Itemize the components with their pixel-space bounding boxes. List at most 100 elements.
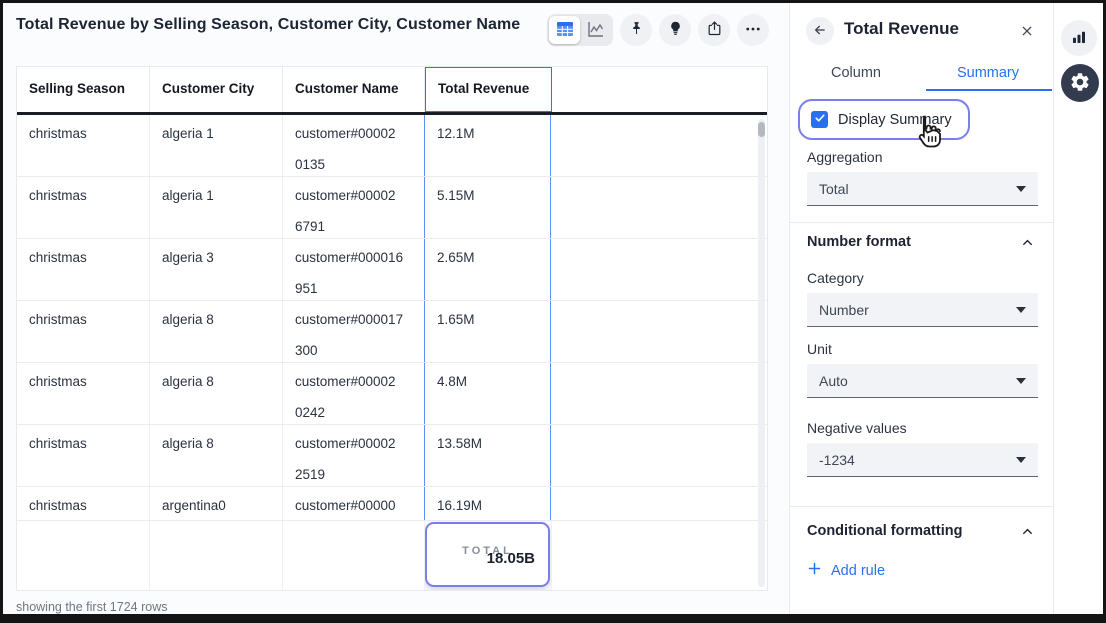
pin-button[interactable] — [620, 14, 652, 46]
cell-customer-city[interactable]: algeria 8 — [150, 363, 283, 424]
cell-filler — [551, 239, 767, 300]
chart-view-button[interactable] — [580, 16, 611, 44]
cell-total-revenue[interactable]: 2.65M — [424, 239, 551, 300]
table-row[interactable]: christmasalgeria 3customer#0000169512.65… — [17, 239, 767, 301]
column-header[interactable] — [552, 67, 767, 112]
table-row[interactable]: christmasalgeria 1customer#00002013512.1… — [17, 115, 767, 177]
unit-dropdown[interactable]: Auto — [807, 364, 1038, 398]
cell-selling-season[interactable]: christmas — [17, 425, 150, 486]
table-view-icon — [556, 20, 574, 41]
section-divider — [790, 222, 1054, 223]
cell-total-revenue[interactable]: 12.1M — [424, 115, 551, 176]
cell-customer-city[interactable]: algeria 1 — [150, 115, 283, 176]
summary-cell — [17, 521, 150, 590]
chevron-down-icon — [1016, 307, 1026, 313]
cell-selling-season[interactable]: christmas — [17, 177, 150, 238]
scrollbar-thumb[interactable] — [758, 122, 765, 137]
share-icon — [706, 20, 723, 40]
table-header-row: Selling SeasonCustomer CityCustomer Name… — [17, 67, 767, 115]
tab-summary[interactable]: Summary — [922, 58, 1054, 91]
cell-filler — [551, 301, 767, 362]
summary-cell: TOTAL 18.05B — [425, 521, 552, 590]
plus-icon — [807, 561, 822, 580]
aggregation-dropdown[interactable]: Total — [807, 172, 1038, 206]
cell-customer-name[interactable]: customer#000022519 — [283, 425, 425, 486]
insights-button[interactable] — [659, 14, 691, 46]
cell-total-revenue[interactable]: 5.15M — [424, 177, 551, 238]
cell-filler — [551, 363, 767, 424]
panel-title: Total Revenue — [844, 19, 959, 39]
cell-selling-season[interactable]: christmas — [17, 363, 150, 424]
category-dropdown[interactable]: Number — [807, 293, 1038, 327]
unit-label: Unit — [807, 341, 832, 357]
cell-selling-season[interactable]: christmas — [17, 239, 150, 300]
table-row[interactable]: christmasalgeria 8customer#0000202424.8M — [17, 363, 767, 425]
close-panel-button[interactable] — [1014, 19, 1040, 45]
cell-customer-city[interactable]: algeria 3 — [150, 239, 283, 300]
chart-config-button[interactable] — [1061, 20, 1097, 56]
more-ellipsis-icon — [744, 20, 762, 41]
settings-button[interactable] — [1061, 64, 1099, 102]
column-header[interactable]: Total Revenue — [425, 67, 552, 112]
display-summary-option[interactable]: Display Summary — [798, 99, 970, 140]
add-rule-button[interactable]: Add rule — [807, 561, 885, 580]
summary-cell — [283, 521, 425, 590]
cell-customer-city[interactable]: argentina0 — [150, 487, 283, 520]
cell-customer-city[interactable]: algeria 8 — [150, 425, 283, 486]
collapse-conditional-formatting-button[interactable] — [1021, 525, 1034, 543]
total-summary-box[interactable]: TOTAL 18.05B — [425, 522, 550, 587]
chevron-up-icon — [1021, 236, 1034, 253]
cell-filler — [551, 487, 767, 520]
cell-customer-name[interactable]: customer#000020135 — [283, 115, 425, 176]
cell-filler — [551, 425, 767, 486]
bar-chart-icon — [1070, 28, 1088, 49]
chart-view-icon — [587, 20, 605, 41]
negative-values-dropdown[interactable]: -1234 — [807, 443, 1038, 477]
column-header[interactable]: Customer City — [150, 67, 283, 112]
cell-total-revenue[interactable]: 13.58M — [424, 425, 551, 486]
cell-selling-season[interactable]: christmas — [17, 487, 150, 520]
share-button[interactable] — [698, 14, 730, 46]
table-view-button[interactable] — [549, 16, 580, 44]
display-summary-checkbox[interactable] — [811, 111, 828, 128]
table-row[interactable]: christmasalgeria 1customer#0000267915.15… — [17, 177, 767, 239]
table-row[interactable]: christmasalgeria 8customer#0000173001.65… — [17, 301, 767, 363]
collapse-number-format-button[interactable] — [1021, 236, 1034, 254]
aggregation-label: Aggregation — [807, 149, 883, 165]
right-rail — [1053, 3, 1103, 614]
table-body: christmasalgeria 1customer#00002013512.1… — [17, 115, 767, 521]
cell-customer-city[interactable]: algeria 8 — [150, 301, 283, 362]
table-row[interactable]: christmasargentina0customer#0000016.19M — [17, 487, 767, 521]
summary-cell — [150, 521, 283, 590]
more-options-button[interactable] — [737, 14, 769, 46]
cell-customer-name[interactable]: customer#000020242 — [283, 363, 425, 424]
cell-customer-name[interactable]: customer#000026791 — [283, 177, 425, 238]
cell-customer-city[interactable]: algeria 1 — [150, 177, 283, 238]
negative-values-value: -1234 — [819, 452, 1016, 468]
chevron-down-icon — [1016, 457, 1026, 463]
cell-customer-name[interactable]: customer#00000 — [283, 487, 425, 520]
cell-customer-name[interactable]: customer#000017300 — [283, 301, 425, 362]
cell-customer-name[interactable]: customer#000016951 — [283, 239, 425, 300]
section-divider — [790, 506, 1054, 507]
chevron-down-icon — [1016, 186, 1026, 192]
vertical-scrollbar[interactable] — [758, 119, 765, 587]
cell-total-revenue[interactable]: 4.8M — [424, 363, 551, 424]
row-count-status: showing the first 1724 rows — [16, 600, 167, 614]
answer-toolbar — [547, 14, 769, 46]
column-header[interactable]: Selling Season — [17, 67, 150, 112]
column-header[interactable]: Customer Name — [283, 67, 425, 112]
page-title: Total Revenue by Selling Season, Custome… — [16, 16, 520, 34]
cell-total-revenue[interactable]: 1.65M — [424, 301, 551, 362]
chevron-down-icon — [1016, 378, 1026, 384]
back-button[interactable] — [806, 17, 834, 45]
conditional-formatting-title: Conditional formatting — [807, 523, 962, 539]
table-row[interactable]: christmasalgeria 8customer#00002251913.5… — [17, 425, 767, 487]
display-summary-label: Display Summary — [838, 112, 952, 128]
cell-selling-season[interactable]: christmas — [17, 115, 150, 176]
tab-column[interactable]: Column — [790, 58, 922, 91]
cell-selling-season[interactable]: christmas — [17, 301, 150, 362]
panel-tabs: Column Summary — [790, 58, 1054, 91]
aggregation-value: Total — [819, 181, 1016, 197]
cell-total-revenue[interactable]: 16.19M — [424, 487, 551, 520]
